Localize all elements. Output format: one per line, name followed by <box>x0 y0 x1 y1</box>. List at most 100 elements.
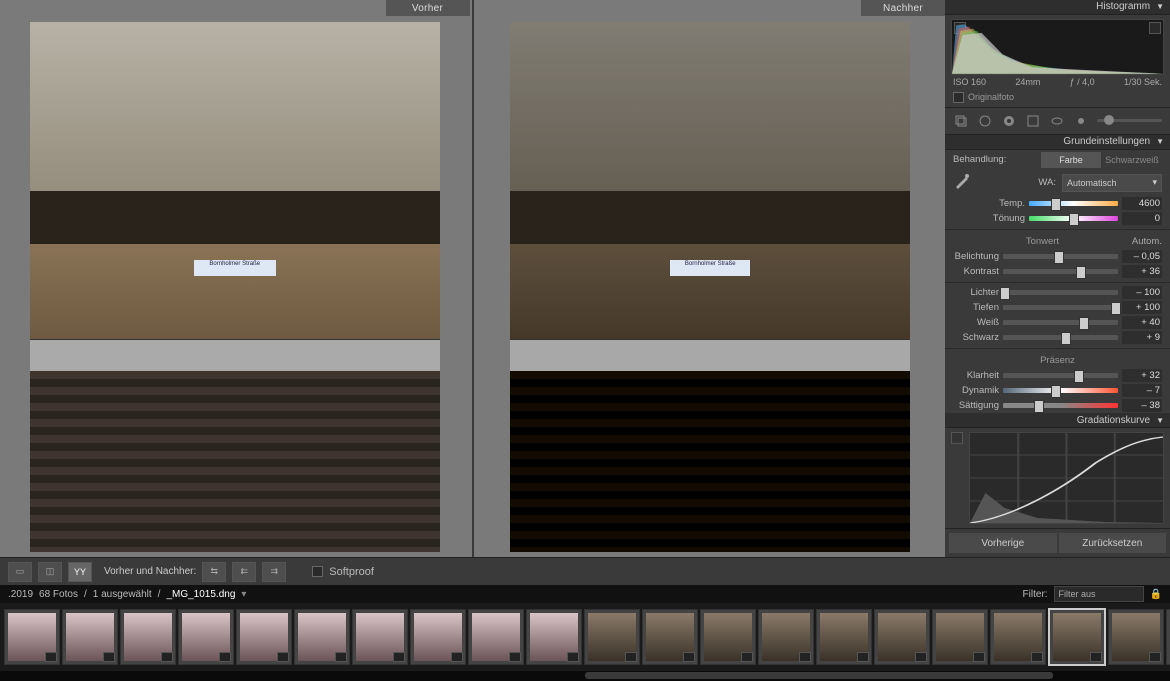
filmstrip[interactable] <box>0 603 1170 671</box>
thumbnail[interactable] <box>990 609 1046 665</box>
contrast-label: Kontrast <box>945 266 999 277</box>
blacks-label: Schwarz <box>945 332 999 343</box>
blacks-value[interactable]: + 9 <box>1122 331 1162 344</box>
after-pane: Nachher Bornholmer Straße <box>476 0 946 557</box>
wb-label: WA: <box>1038 177 1056 188</box>
highlights-slider[interactable] <box>1003 290 1118 295</box>
right-panel: Histogramm▼ ISO 160 24mm ƒ / 4,0 1/30 Se… <box>945 0 1170 557</box>
histogram-title: Histogramm <box>1096 1 1150 12</box>
iso-value: ISO 160 <box>953 77 986 87</box>
curve-point-toggle[interactable] <box>951 432 963 444</box>
filter-label: Filter: <box>1023 589 1048 600</box>
swap-button[interactable]: ⇆ <box>202 562 226 582</box>
thumbnail[interactable] <box>120 609 176 665</box>
thumbnail[interactable] <box>584 609 640 665</box>
thumbnail[interactable] <box>1166 609 1170 665</box>
softproof-label: Softproof <box>329 566 374 578</box>
exposure-label: Belichtung <box>945 251 999 262</box>
saturation-slider[interactable] <box>1003 403 1118 408</box>
previous-button[interactable]: Vorherige <box>949 533 1057 553</box>
info-selected: 1 ausgewählt <box>93 589 152 600</box>
view-compare-button[interactable]: ◫ <box>38 562 62 582</box>
thumbnail[interactable] <box>4 609 60 665</box>
copy-before-button[interactable]: ⇇ <box>232 562 256 582</box>
saturation-value[interactable]: – 38 <box>1122 399 1162 412</box>
histogram[interactable] <box>951 19 1164 75</box>
wb-value: Automatisch <box>1067 178 1117 188</box>
vibrance-slider[interactable] <box>1003 388 1118 393</box>
wb-picker-icon[interactable] <box>953 172 971 190</box>
temp-label: Temp. <box>971 198 1025 209</box>
thumbnail[interactable] <box>294 609 350 665</box>
filter-dropdown[interactable]: Filter aus <box>1054 586 1144 602</box>
exposure-slider[interactable] <box>1003 254 1118 259</box>
treatment-color-button[interactable]: Farbe <box>1041 152 1101 168</box>
tint-slider[interactable] <box>1029 216 1118 221</box>
thumbnail[interactable] <box>816 609 872 665</box>
before-photo[interactable]: Bornholmer Straße <box>30 22 440 552</box>
grad-tool-icon[interactable] <box>1025 113 1041 129</box>
shadows-slider[interactable] <box>1003 305 1118 310</box>
tint-value[interactable]: 0 <box>1122 212 1162 225</box>
softproof-checkbox[interactable] <box>312 566 323 577</box>
temp-value[interactable]: 4600 <box>1122 197 1162 210</box>
thumbnail[interactable] <box>410 609 466 665</box>
thumbnail[interactable] <box>1108 609 1164 665</box>
thumbnail[interactable] <box>352 609 408 665</box>
reset-button[interactable]: Zurücksetzen <box>1059 533 1167 553</box>
whites-value[interactable]: + 40 <box>1122 316 1162 329</box>
basic-title: Grundeinstellungen <box>1063 136 1150 147</box>
contrast-slider[interactable] <box>1003 269 1118 274</box>
thumbnail[interactable] <box>758 609 814 665</box>
mask-slider[interactable] <box>1097 119 1162 122</box>
filter-value: Filter aus <box>1059 589 1096 599</box>
vibrance-label: Dynamik <box>945 385 999 396</box>
copy-after-button[interactable]: ⇉ <box>262 562 286 582</box>
presence-header: Präsenz <box>1040 355 1075 366</box>
crop-tool-icon[interactable] <box>953 113 969 129</box>
focal-value: 24mm <box>1015 77 1040 87</box>
brush-tool-icon[interactable] <box>1073 113 1089 129</box>
filmstrip-scrollbar[interactable] <box>0 671 1170 681</box>
redeye-tool-icon[interactable] <box>1001 113 1017 129</box>
clarity-value[interactable]: + 32 <box>1122 369 1162 382</box>
curve-header[interactable]: Gradationskurve▼ <box>945 413 1170 428</box>
original-label: Originalfoto <box>968 92 1014 102</box>
clarity-slider[interactable] <box>1003 373 1118 378</box>
after-photo[interactable]: Bornholmer Straße <box>510 22 910 552</box>
filter-lock-icon[interactable]: 🔒 <box>1150 589 1162 600</box>
compare-area: Vorher Bornholmer Straße Nachher Bornhol… <box>0 0 945 557</box>
thumbnail[interactable] <box>1048 608 1106 666</box>
view-before-after-button[interactable]: YY <box>68 562 92 582</box>
thumbnail[interactable] <box>932 609 988 665</box>
info-date: .2019 <box>8 589 33 600</box>
exposure-value[interactable]: – 0,05 <box>1122 250 1162 263</box>
thumbnail[interactable] <box>62 609 118 665</box>
thumbnail[interactable] <box>526 609 582 665</box>
thumbnail[interactable] <box>236 609 292 665</box>
clarity-label: Klarheit <box>945 370 999 381</box>
vibrance-value[interactable]: – 7 <box>1122 384 1162 397</box>
tint-label: Tönung <box>971 213 1025 224</box>
temp-slider[interactable] <box>1029 201 1118 206</box>
contrast-value[interactable]: + 36 <box>1122 265 1162 278</box>
thumbnail[interactable] <box>874 609 930 665</box>
radial-tool-icon[interactable] <box>1049 113 1065 129</box>
shadows-value[interactable]: + 100 <box>1122 301 1162 314</box>
basic-header[interactable]: Grundeinstellungen▼ <box>945 135 1170 150</box>
tone-auto-button[interactable]: Autom. <box>1132 236 1162 247</box>
tone-curve[interactable] <box>969 432 1164 524</box>
original-checkbox[interactable] <box>953 92 964 103</box>
whites-slider[interactable] <box>1003 320 1118 325</box>
treatment-bw-button[interactable]: Schwarzweiß <box>1102 152 1162 168</box>
wb-dropdown[interactable]: Automatisch▾ <box>1062 174 1162 192</box>
thumbnail[interactable] <box>178 609 234 665</box>
thumbnail[interactable] <box>468 609 524 665</box>
thumbnail[interactable] <box>642 609 698 665</box>
histogram-header[interactable]: Histogramm▼ <box>945 0 1170 15</box>
view-loupe-button[interactable]: ▭ <box>8 562 32 582</box>
highlights-value[interactable]: – 100 <box>1122 286 1162 299</box>
thumbnail[interactable] <box>700 609 756 665</box>
blacks-slider[interactable] <box>1003 335 1118 340</box>
spot-tool-icon[interactable] <box>977 113 993 129</box>
